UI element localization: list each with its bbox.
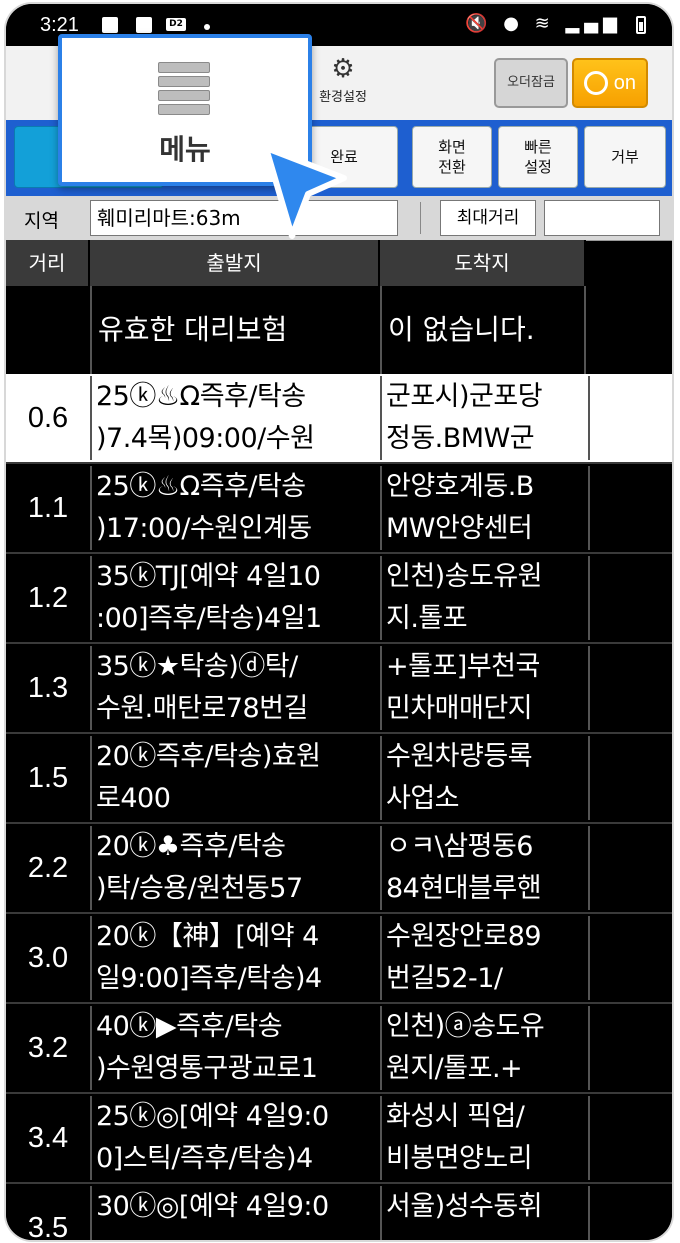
row-destination: 화성시 픽업/ 비봉면양노리 [380,1096,590,1180]
row-origin: 30ⓚ◎[예약 4일9:0 [90,1186,380,1240]
row-origin: 25ⓚ♨Ω즉후/탁송 )7.4목)09:00/수원 [90,376,380,460]
d2-badge: D2 [166,18,186,31]
row-origin: 25ⓚ♨Ω즉후/탁송 )17:00/수원인계동 [90,466,380,550]
table-row[interactable]: 1.1 25ⓚ♨Ω즉후/탁송 )17:00/수원인계동 안양호계동.B MW안양… [6,464,672,554]
row-distance: 3.4 [27,1122,69,1154]
table-row[interactable]: 0.6 25ⓚ♨Ω즉후/탁송 )7.4목)09:00/수원 군포시)군포당 정동… [6,374,672,464]
on-label: on [613,72,636,94]
header-distance: 거리 [6,240,90,286]
row-destination: ㅇㅋ\삼평동6 84현대블루핸 [380,826,590,910]
row-distance: 1.2 [27,582,69,614]
row-distance: 1.1 [27,492,69,524]
row-destination: 수원장안로89 번길52-1/ [380,916,590,1000]
notice-text-to: 이 없습니다. [380,286,586,374]
row-distance: 3.0 [27,942,69,974]
table-row[interactable]: 1.2 35ⓚTJ[예약 4일10 :00]즉후/탁송)4일1 인천)송도유원 … [6,554,672,644]
status-right-icons: 🔇 ● ≋ ▂▄▆ [465,13,622,34]
row-origin: 35ⓚ★탁송)ⓓ탁/ 수원.매탄로78번길 [90,646,380,730]
max-distance-label: 최대거리 [440,200,536,236]
notification-dot-icon [204,24,210,30]
order-lock-button[interactable]: 오더잠금 [494,58,568,108]
table-row[interactable]: 3.5 30ⓚ◎[예약 4일9:0 서울)성수동휘 [6,1184,672,1240]
table-header: 거리 출발지 도착지 [6,240,586,286]
gear-icon: ⚙ [331,54,355,84]
on-toggle-button[interactable]: on [572,58,648,108]
order-list: 0.6 25ⓚ♨Ω즉후/탁송 )7.4목)09:00/수원 군포시)군포당 정동… [6,374,672,1240]
phone-screen: 3:21 D2 🔇 ● ≋ ▂▄▆ ⚙ 환경설정 오더잠금 on 완료 화면 전… [6,4,672,1240]
battery-icon [636,16,646,34]
row-origin: 20ⓚ즉후/탁송)효원 로400 [90,736,380,820]
row-origin: 20ⓚ【神】[예약 4 일9:00]즉후/탁송)4 [90,916,380,1000]
row-destination: 인천)ⓐ송도유 원지/톨포.+ [380,1006,590,1090]
row-origin: 35ⓚTJ[예약 4일10 :00]즉후/탁송)4일1 [90,556,380,640]
row-distance: 1.5 [27,762,69,794]
row-destination: 안양호계동.B MW안양센터 [380,466,590,550]
screen-switch-button[interactable]: 화면 전환 [412,126,492,188]
max-distance-input[interactable] [544,200,660,236]
row-distance: 0.6 [27,402,69,434]
table-row[interactable]: 1.5 20ⓚ즉후/탁송)효원 로400 수원차량등록 사업소 [6,734,672,824]
row-destination: +톨포]부천국 민차매매단지 [380,646,590,730]
row-origin: 25ⓚ◎[예약 4일9:0 0]스틱/즉후/탁송)4 [90,1096,380,1180]
gallery-icon [102,17,118,33]
table-row[interactable]: 2.2 20ⓚ♣즉후/탁송 )탁/승용/원천동57 ㅇㅋ\삼평동6 84현대블루… [6,824,672,914]
reject-button[interactable]: 거부 [584,126,666,188]
row-distance: 3.5 [27,1212,69,1240]
table-row[interactable]: 3.4 25ⓚ◎[예약 4일9:0 0]스틱/즉후/탁송)4 화성시 픽업/ 비… [6,1094,672,1184]
row-destination: 인천)송도유원 지.톨포 [380,556,590,640]
header-destination: 도착지 [380,240,586,286]
table-row[interactable]: 3.0 20ⓚ【神】[예약 4 일9:00]즉후/탁송)4 수원장안로89 번길… [6,914,672,1004]
row-origin: 20ⓚ♣즉후/탁송 )탁/승용/원천동57 [90,826,380,910]
row-destination: 서울)성수동휘 [380,1186,590,1240]
phone-icon [584,71,608,95]
notice-text-from: 유효한 대리보험 [90,286,380,374]
settings-button[interactable]: ⚙ 환경설정 [304,48,382,118]
row-distance: 2.2 [27,852,69,884]
table-row[interactable]: 1.3 35ⓚ★탁송)ⓓ탁/ 수원.매탄로78번길 +톨포]부천국 민차매매단지 [6,644,672,734]
cursor-pointer-icon [263,145,347,239]
row-origin: 40ⓚ▶즉후/탁송 )수원영통구광교로1 [90,1006,380,1090]
divider [420,202,421,234]
image-icon [136,17,152,33]
menu-stack-icon [158,62,210,115]
insurance-notice-row: 유효한 대리보험 이 없습니다. [6,286,586,374]
quick-settings-button[interactable]: 빠른 설정 [498,126,578,188]
settings-label: 환경설정 [319,90,367,105]
header-origin: 출발지 [90,240,380,286]
table-row[interactable]: 3.2 40ⓚ▶즉후/탁송 )수원영통구광교로1 인천)ⓐ송도유 원지/톨포.+ [6,1004,672,1094]
row-destination: 군포시)군포당 정동.BMW군 [380,376,590,460]
row-distance: 3.2 [27,1032,69,1064]
row-destination: 수원차량등록 사업소 [380,736,590,820]
region-label: 지역 [24,210,59,232]
row-distance: 1.3 [27,672,69,704]
